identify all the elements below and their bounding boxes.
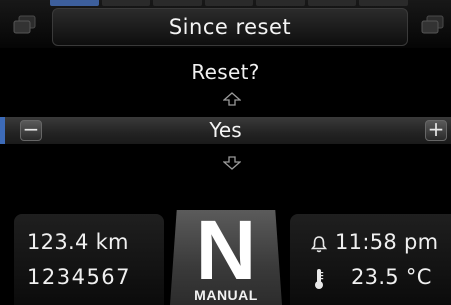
gear-indicator: N MANUAL: [170, 210, 282, 305]
reset-prompt: Reset?: [191, 60, 260, 84]
reset-selector[interactable]: − Yes +: [0, 117, 451, 144]
selected-value: Yes: [209, 118, 242, 142]
page-indicator-segment: [153, 0, 202, 6]
page-indicator-segment: [101, 0, 151, 6]
page-title: Since reset: [52, 8, 408, 46]
increment-button[interactable]: +: [425, 119, 447, 141]
window-stack-icon[interactable]: [12, 14, 38, 36]
gear-mode: MANUAL: [194, 287, 258, 303]
window-stack-icon[interactable]: [420, 14, 446, 36]
arrow-up-icon[interactable]: [223, 92, 241, 106]
trip-distance: 123.4 km: [27, 230, 129, 254]
distance-panel: [14, 214, 164, 305]
page-indicator-segment: [256, 0, 305, 6]
header-bar: Since reset: [0, 0, 451, 48]
page-indicator-segment: [204, 0, 254, 6]
page-indicator-segment: [307, 0, 357, 6]
thermometer-icon: [315, 269, 324, 289]
clock: 11:58 pm: [335, 230, 439, 254]
info-panel: [290, 214, 451, 305]
page-indicator-segment: [50, 0, 99, 6]
odometer: 1234567: [27, 265, 132, 289]
page-indicator-segment: [359, 0, 409, 6]
gear-letter: N: [195, 203, 257, 297]
alarm-bell-icon: [311, 236, 327, 253]
temperature: 23.5 °C: [351, 265, 432, 289]
arrow-down-icon[interactable]: [223, 156, 241, 170]
page-indicator: [50, 0, 409, 6]
status-bar: 123.4 km 1234567 N MANUAL 11:58 pm 23.5 …: [0, 210, 451, 305]
